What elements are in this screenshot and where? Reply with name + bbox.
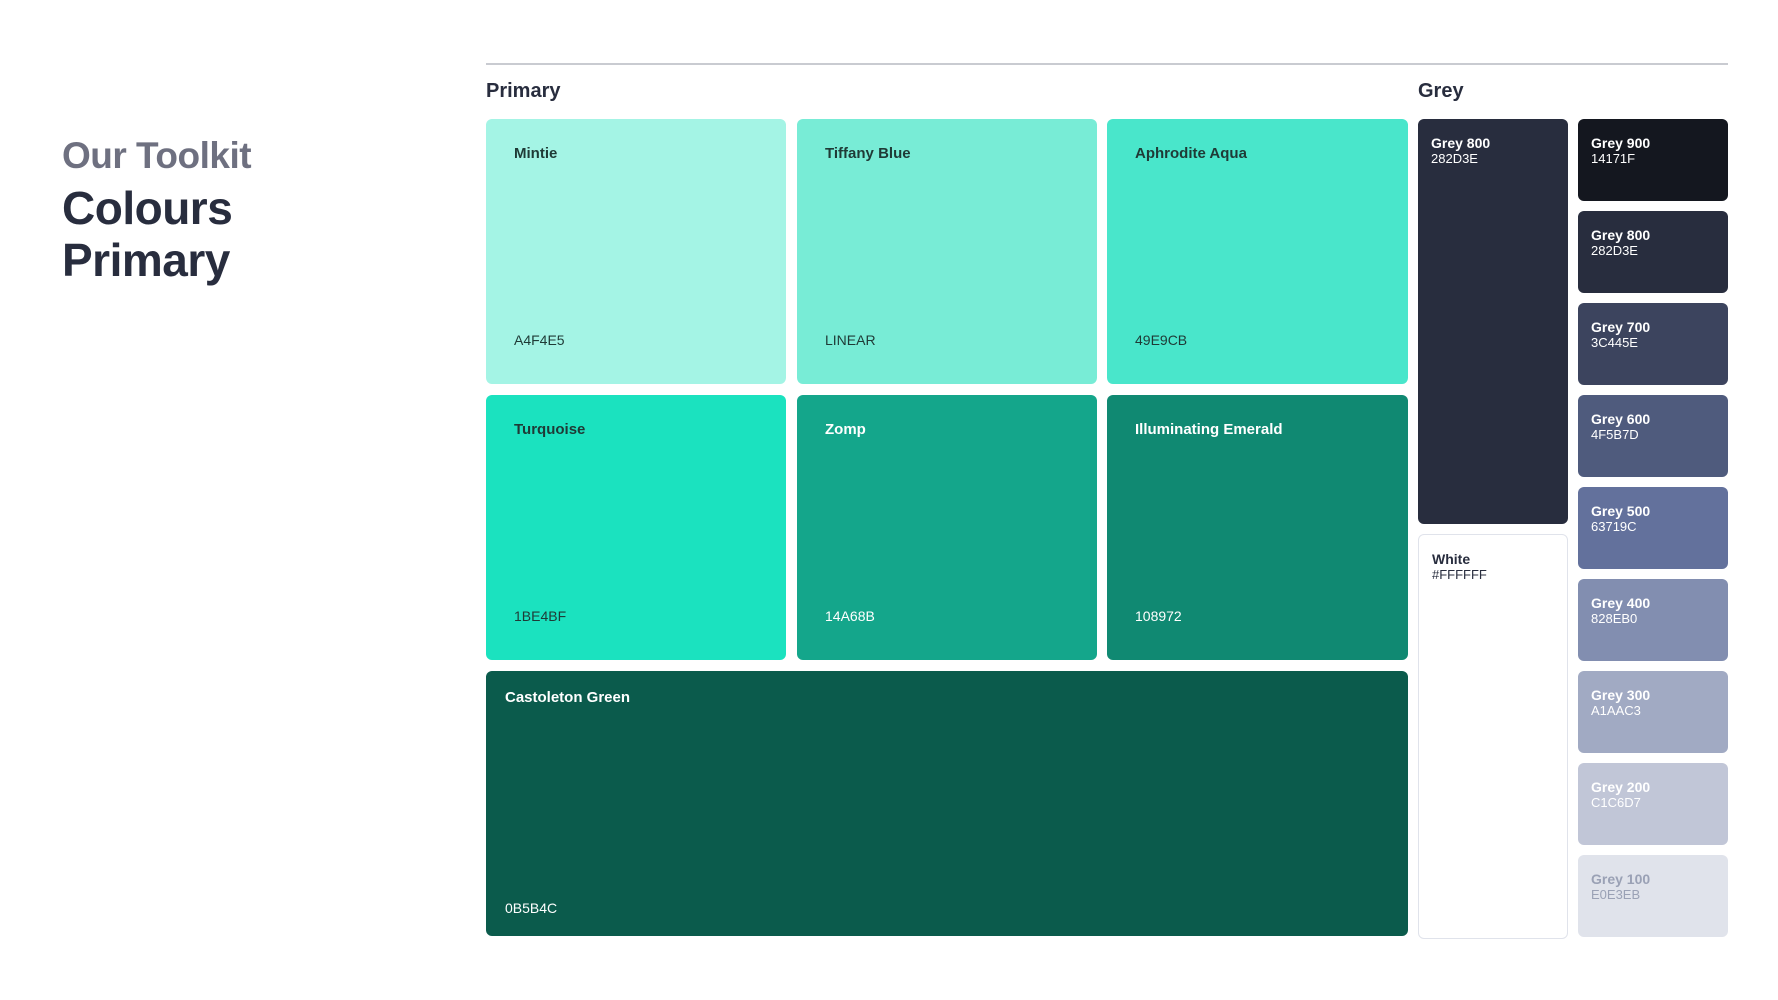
grey-name: Grey 700 (1591, 319, 1651, 335)
grey-name: Grey 200 (1591, 779, 1651, 795)
grey-tile-300: Grey 300 A1AAC3 (1578, 671, 1728, 753)
swatch-mintie: Mintie A4F4E5 (486, 119, 786, 384)
grey-tile-100: Grey 100 E0E3EB (1578, 855, 1728, 937)
section-label-grey: Grey (1418, 80, 1464, 102)
heading-toolkit: Our Toolkit (62, 135, 252, 176)
heading-colours: Colours (62, 182, 233, 234)
grey-name: White (1432, 551, 1471, 567)
grey-code: 14171F (1591, 151, 1636, 166)
grey-code: 282D3E (1431, 151, 1478, 166)
grey-code: C1C6D7 (1591, 795, 1641, 810)
page-heading: Our Toolkit Colours Primary (62, 130, 252, 286)
grey-name: Grey 900 (1591, 135, 1651, 151)
grey-name: Grey 600 (1591, 411, 1651, 427)
swatch-name: Tiffany Blue (825, 145, 911, 162)
grey-tile-900: Grey 900 14171F (1578, 119, 1728, 201)
grey-tile-500: Grey 500 63719C (1578, 487, 1728, 569)
swatch-name: Turquoise (514, 421, 586, 438)
grey-code: 4F5B7D (1591, 427, 1639, 442)
swatch-turquoise: Turquoise 1BE4BF (486, 395, 786, 660)
grey-tile-400: Grey 400 828EB0 (1578, 579, 1728, 661)
swatch-name: Mintie (514, 145, 558, 162)
grey-code: #FFFFFF (1432, 567, 1487, 582)
grey-code: 3C445E (1591, 335, 1638, 350)
swatch-code: 0B5B4C (505, 900, 558, 916)
grey-tile-200: Grey 200 C1C6D7 (1578, 763, 1728, 845)
swatch-castoleton-green: Castoleton Green 0B5B4C (486, 671, 1408, 936)
swatch-code: 1BE4BF (514, 608, 567, 624)
swatch-name: Castoleton Green (505, 689, 631, 706)
grey-name: Grey 100 (1591, 871, 1651, 887)
swatch-name: Zomp (825, 421, 866, 438)
grey-tile-800: Grey 800 282D3E (1578, 211, 1728, 293)
top-divider (486, 63, 1728, 65)
swatch-name: Aphrodite Aqua (1135, 145, 1247, 162)
grey-code: 63719C (1591, 519, 1637, 534)
grey-code: A1AAC3 (1591, 703, 1641, 718)
grey-code: E0E3EB (1591, 887, 1641, 902)
swatch-code: 14A68B (825, 608, 875, 624)
swatch-code: 49E9CB (1135, 332, 1188, 348)
swatch-name: Illuminating Emerald (1135, 421, 1283, 438)
grey-name: Grey 400 (1591, 595, 1651, 611)
grey-name: Grey 300 (1591, 687, 1651, 703)
swatch-code: 108972 (1135, 608, 1182, 624)
grey-tile-white: White #FFFFFF (1418, 534, 1568, 939)
swatch-illuminating-emerald: Illuminating Emerald 108972 (1107, 395, 1408, 660)
grey-code: 828EB0 (1591, 611, 1638, 626)
grey-name: Grey 800 (1591, 227, 1651, 243)
grey-code: 282D3E (1591, 243, 1638, 258)
swatch-code: LINEAR (825, 332, 876, 348)
section-label-primary: Primary (486, 80, 561, 102)
grey-tile-700: Grey 700 3C445E (1578, 303, 1728, 385)
grey-name: Grey 800 (1431, 135, 1491, 151)
heading-primary: Primary (62, 234, 230, 286)
swatch-aphrodite-aqua: Aphrodite Aqua 49E9CB (1107, 119, 1408, 384)
grey-tile-600: Grey 600 4F5B7D (1578, 395, 1728, 477)
swatch-code: A4F4E5 (514, 332, 565, 348)
grey-tile-large-800: Grey 800 282D3E (1418, 119, 1568, 524)
grey-name: Grey 500 (1591, 503, 1651, 519)
swatch-tiffany-blue: Tiffany Blue LINEAR (797, 119, 1097, 384)
swatch-zomp: Zomp 14A68B (797, 395, 1097, 660)
